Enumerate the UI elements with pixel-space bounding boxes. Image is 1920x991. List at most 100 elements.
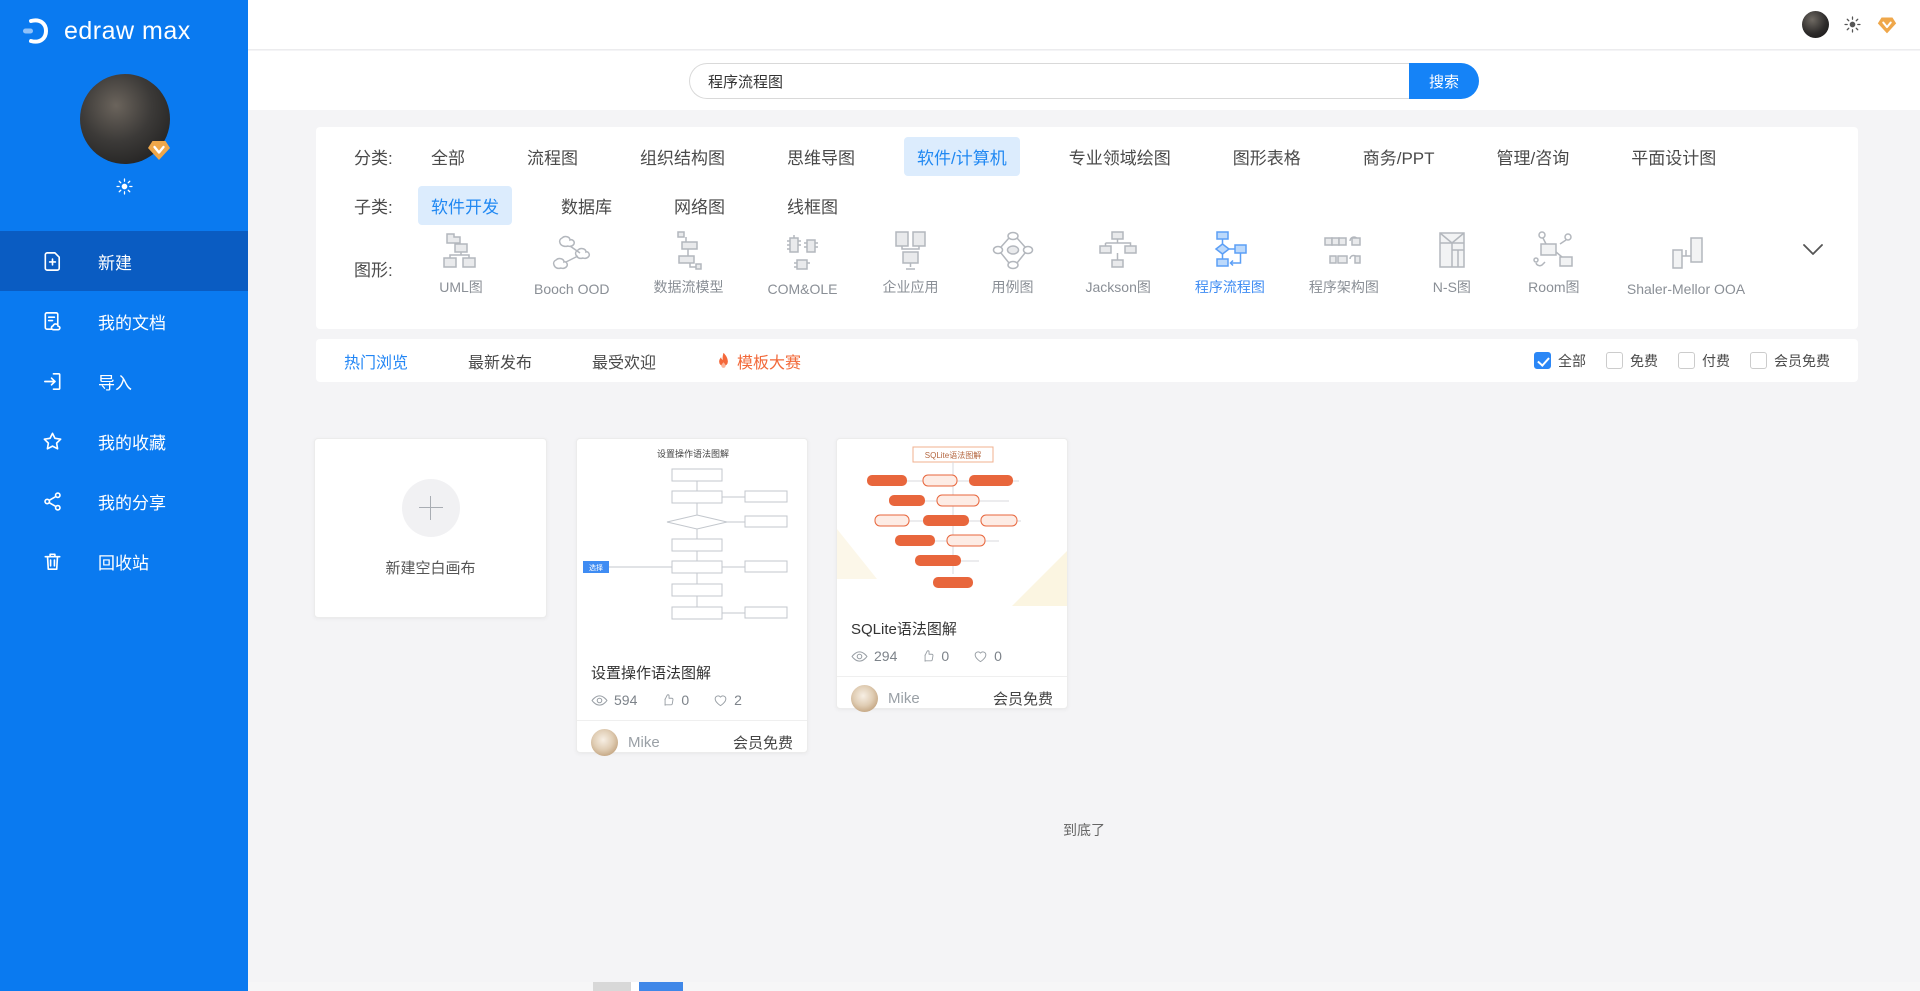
template-title[interactable]: 设置操作语法图解: [577, 650, 807, 683]
views-eye-icon: [851, 650, 868, 663]
tab-newest[interactable]: 最新发布: [468, 349, 532, 373]
end-of-list-text: 到底了: [248, 820, 1920, 840]
subcategory-wireframe[interactable]: 线框图: [774, 186, 851, 225]
shape-program-flowchart[interactable]: 程序流程图: [1195, 230, 1265, 297]
enterprise-app-icon: [889, 230, 933, 272]
sidebar-menu: 新建 我的文档 导入: [0, 231, 248, 591]
scrollbar-thumb[interactable]: [639, 982, 683, 991]
sidebar-item-label: 我的收藏: [98, 429, 166, 454]
tab-template-contest[interactable]: 模板大赛: [716, 349, 801, 373]
sidebar-item-my-documents[interactable]: 我的文档: [0, 291, 248, 351]
user-avatar[interactable]: [80, 74, 170, 164]
filter-panel: 分类: 全部 流程图 组织结构图 思维导图 软件/计算机 专业领域绘图 图形表格…: [316, 127, 1858, 329]
shape-booch-ood[interactable]: Booch OOD: [534, 234, 609, 297]
category-orgchart[interactable]: 组织结构图: [627, 137, 738, 176]
shape-dataflow-model[interactable]: 数据流模型: [653, 230, 723, 297]
author-name: Mike: [628, 734, 660, 751]
price-filter-paid[interactable]: 付费: [1678, 351, 1730, 371]
subcategory-network[interactable]: 网络图: [661, 186, 738, 225]
sidebar-item-favorites[interactable]: 我的收藏: [0, 411, 248, 471]
app-logo[interactable]: edraw max: [20, 14, 191, 48]
shape-com-ole[interactable]: COM&OLE: [767, 234, 837, 297]
author-avatar[interactable]: [851, 685, 878, 712]
views-count: 594: [614, 692, 637, 708]
tab-most-popular[interactable]: 最受欢迎: [592, 349, 656, 373]
shape-use-case[interactable]: 用例图: [984, 230, 1042, 297]
subcategory-software-dev[interactable]: 软件开发: [418, 186, 512, 225]
thumb-title-text: 设置操作语法图解: [657, 448, 729, 459]
author-name: Mike: [888, 690, 920, 707]
header-vip-icon[interactable]: [1876, 15, 1898, 35]
sidebar-item-new[interactable]: 新建: [0, 231, 248, 291]
template-stats: 294 0 0: [837, 639, 1067, 677]
trash-icon: [40, 549, 64, 573]
category-professional[interactable]: 专业领域绘图: [1056, 137, 1184, 176]
search-input[interactable]: [689, 63, 1409, 99]
checkbox-all[interactable]: [1534, 352, 1551, 369]
category-flowchart[interactable]: 流程图: [514, 137, 591, 176]
hearts-heart-icon[interactable]: [973, 649, 988, 663]
category-mindmap[interactable]: 思维导图: [774, 137, 868, 176]
likes-thumb-icon[interactable]: [921, 649, 935, 663]
star-icon: [40, 429, 64, 453]
category-software-computer[interactable]: 软件/计算机: [904, 137, 1020, 176]
sidebar-item-trash[interactable]: 回收站: [0, 531, 248, 591]
shape-uml[interactable]: UML图: [432, 230, 490, 297]
header-user-avatar[interactable]: [1802, 11, 1829, 38]
expand-shapes-chevron-down-icon[interactable]: [1802, 243, 1824, 257]
price-filter-free[interactable]: 免费: [1606, 351, 1658, 371]
hearts-count: 2: [734, 692, 742, 708]
app-title: edraw max: [64, 17, 191, 46]
shape-enterprise-app[interactable]: 企业应用: [882, 230, 940, 297]
category-business-ppt[interactable]: 商务/PPT: [1350, 137, 1448, 176]
category-label: 分类:: [354, 144, 418, 169]
hearts-heart-icon[interactable]: [713, 693, 728, 707]
tabs-bar: 热门浏览 最新发布 最受欢迎 模板大赛 全部 免费 付费: [316, 339, 1858, 382]
sidebar-item-label: 新建: [98, 249, 132, 274]
new-blank-canvas-card[interactable]: 新建空白画布: [314, 438, 547, 618]
new-canvas-label: 新建空白画布: [385, 557, 475, 578]
shaler-mellor-ooa-icon: [1664, 234, 1708, 276]
vip-badge-icon: [146, 138, 172, 162]
category-management[interactable]: 管理/咨询: [1484, 137, 1583, 176]
likes-thumb-icon[interactable]: [661, 693, 675, 707]
subcategory-database[interactable]: 数据库: [548, 186, 625, 225]
price-filter-member-free[interactable]: 会员免费: [1750, 351, 1830, 371]
template-thumbnail[interactable]: 设置操作语法图解: [577, 439, 807, 650]
author-avatar[interactable]: [591, 729, 618, 756]
template-title[interactable]: SQLite语法图解: [837, 606, 1067, 639]
header-brightness-icon[interactable]: [1844, 16, 1861, 33]
price-filter-all[interactable]: 全部: [1534, 351, 1586, 371]
checkbox-paid[interactable]: [1678, 352, 1695, 369]
views-count: 294: [874, 648, 897, 664]
flame-icon: [716, 352, 731, 370]
tab-hot-browse[interactable]: 热门浏览: [344, 349, 408, 373]
shape-ns-diagram[interactable]: N-S图: [1423, 230, 1481, 297]
checkbox-free[interactable]: [1606, 352, 1623, 369]
shape-jackson[interactable]: Jackson图: [1086, 230, 1151, 297]
likes-count: 0: [681, 692, 689, 708]
category-all[interactable]: 全部: [418, 137, 478, 176]
checkbox-member-free[interactable]: [1750, 352, 1767, 369]
price-label: 会员免费: [733, 732, 793, 753]
shape-program-architecture[interactable]: 程序架构图: [1309, 230, 1379, 297]
category-graphic-design[interactable]: 平面设计图: [1618, 137, 1729, 176]
template-thumbnail[interactable]: SQLite语法图解: [837, 439, 1067, 606]
template-card: SQLite语法图解: [836, 438, 1068, 709]
template-card: 设置操作语法图解: [576, 438, 808, 753]
shape-room-diagram[interactable]: Room图: [1525, 230, 1583, 297]
jackson-diagram-icon: [1096, 230, 1140, 272]
category-graphic-table[interactable]: 图形表格: [1220, 137, 1314, 176]
likes-count: 0: [941, 648, 949, 664]
views-eye-icon: [591, 694, 608, 707]
sidebar-item-my-shares[interactable]: 我的分享: [0, 471, 248, 531]
search-button[interactable]: 搜索: [1409, 63, 1479, 99]
template-footer: Mike 会员免费: [577, 721, 807, 764]
sidebar-item-import[interactable]: 导入: [0, 351, 248, 411]
brightness-icon[interactable]: [0, 178, 248, 200]
svg-text:选择: 选择: [589, 563, 603, 572]
horizontal-scrollbar[interactable]: [248, 982, 1920, 991]
main-area: 搜索 分类: 全部 流程图 组织结构图 思维导图 软件/计算机 专业领域绘图 图…: [248, 0, 1920, 991]
document-cloud-icon: [40, 309, 64, 333]
shape-shaler-mellor-ooa[interactable]: Shaler-Mellor OOA: [1627, 234, 1745, 297]
